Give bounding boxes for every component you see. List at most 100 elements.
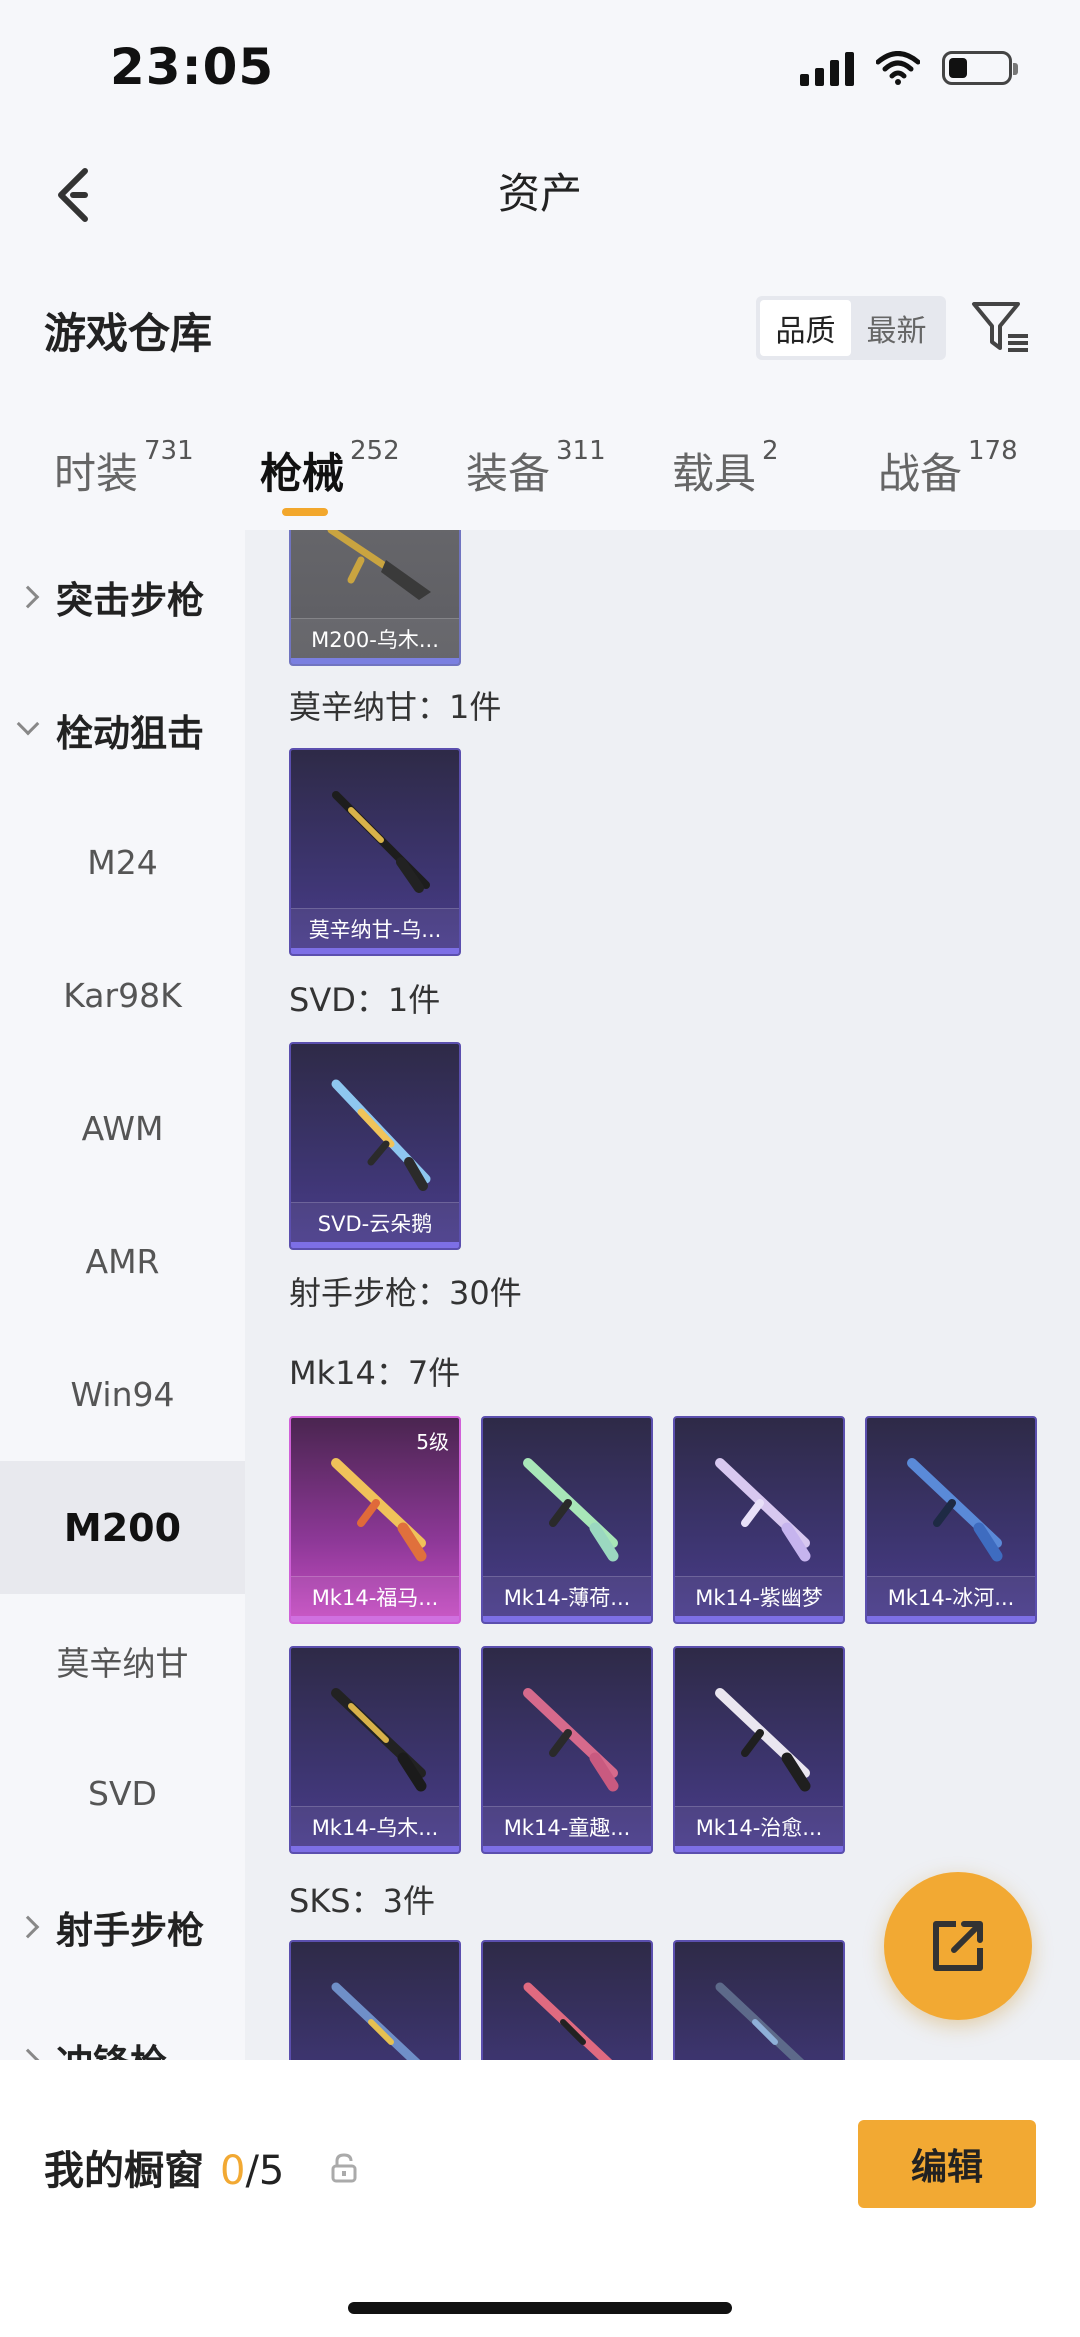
warehouse-title: 游戏仓库: [44, 309, 213, 358]
tab-vehicles[interactable]: 载具 2: [672, 436, 779, 501]
active-tab-indicator: [282, 508, 328, 516]
rifle-image: [327, 530, 431, 600]
chevron-right-icon: [16, 2048, 40, 2060]
item-card-sks[interactable]: [481, 1940, 653, 2060]
sidebar-item-marksman-rifles[interactable]: 射手步枪: [0, 1860, 245, 1993]
rifle-image: [715, 1458, 811, 1562]
item-card-mk14[interactable]: 5级 Mk14-福马...: [289, 1416, 461, 1624]
item-card-sks[interactable]: [673, 1940, 845, 2060]
item-card-mk14[interactable]: Mk14-冰河...: [865, 1416, 1037, 1624]
tab-label: 战备: [878, 449, 963, 498]
item-card-label: Mk14-福马...: [291, 1576, 459, 1616]
page-title: 资产: [497, 169, 582, 218]
share-button[interactable]: [884, 1872, 1032, 2020]
nav-bar: 资产: [0, 130, 1080, 260]
edit-button[interactable]: 编辑: [858, 2120, 1036, 2208]
item-card-m200[interactable]: M200-乌木...: [289, 530, 461, 666]
item-card-label: Mk14-治愈...: [675, 1806, 843, 1846]
sidebar-item-label: 射手步枪: [56, 1908, 204, 1952]
rifle-image: [332, 791, 430, 893]
category-tabs: 时装 731 枪械 252 装备 311 载具 2 战备 178: [0, 395, 1080, 530]
showcase-current: 0: [220, 2148, 246, 2194]
sidebar-item-awm[interactable]: AWM: [0, 1062, 245, 1195]
item-card-mk14[interactable]: Mk14-乌木...: [289, 1646, 461, 1854]
item-card-label: Mk14-紫幽梦: [675, 1576, 843, 1616]
tab-fashion[interactable]: 时装 731: [54, 436, 194, 501]
item-card-label: Mk14-薄荷...: [483, 1576, 651, 1616]
rifle-image: [331, 1458, 427, 1562]
item-card-label: Mk14-乌木...: [291, 1806, 459, 1846]
rifle-image: [523, 1688, 619, 1792]
sidebar-item-mosin[interactable]: 莫辛纳甘: [0, 1594, 245, 1727]
battery-icon: [942, 51, 1018, 85]
sidebar-item-smg[interactable]: 冲锋枪: [0, 1993, 245, 2060]
sidebar-item-m200[interactable]: M200: [0, 1461, 245, 1594]
tab-count: 252: [350, 436, 400, 466]
sidebar-item-bolt-snipers[interactable]: 栓动狙击: [0, 663, 245, 796]
item-card-label: 莫辛纳甘-乌...: [291, 908, 459, 948]
sidebar-item-kar98k[interactable]: Kar98K: [0, 929, 245, 1062]
rifle-image: [907, 1458, 1003, 1562]
rifle-image: [331, 1982, 421, 2060]
showcase-bar: 我的橱窗 0/5 编辑: [0, 2060, 1080, 2337]
sidebar-item-label: 突击步枪: [56, 578, 204, 622]
status-icons: [800, 50, 1018, 86]
tab-label: 装备: [466, 449, 551, 498]
rifle-image: [523, 1982, 613, 2060]
tab-label: 载具: [672, 449, 757, 498]
item-card-mosin[interactable]: 莫辛纳甘-乌...: [289, 748, 461, 956]
rifle-image: [331, 1688, 427, 1792]
section-label-marksman: 射手步枪：30件: [289, 1274, 522, 1312]
sort-newest-option[interactable]: 最新: [851, 300, 942, 356]
showcase-count: 0/5: [220, 2148, 284, 2194]
section-label-mk14: Mk14：7件: [289, 1354, 461, 1392]
tab-count: 2: [762, 436, 779, 466]
item-card-mk14[interactable]: Mk14-治愈...: [673, 1646, 845, 1854]
sidebar-item-label: 栓动狙击: [56, 711, 204, 755]
sidebar-item-svd[interactable]: SVD: [0, 1727, 245, 1860]
sort-toggle: 品质 最新: [756, 296, 946, 360]
item-content: M200-乌木... 莫辛纳甘：1件 莫辛纳甘-乌... SVD：1件 SVD-…: [245, 530, 1080, 2060]
sidebar-item-win94[interactable]: Win94: [0, 1328, 245, 1461]
rifle-image: [331, 1079, 431, 1191]
warehouse-header: 游戏仓库 品质 最新: [0, 260, 1080, 395]
section-label-svd: SVD：1件: [289, 981, 441, 1019]
rifle-image: [523, 1458, 619, 1562]
filter-icon: [972, 302, 1028, 352]
item-card-sks[interactable]: [289, 1940, 461, 2060]
rifle-image: [715, 1982, 805, 2060]
wifi-icon: [876, 51, 920, 85]
tab-label: 时装: [54, 449, 139, 498]
sidebar-item-label: 冲锋枪: [56, 2033, 167, 2061]
showcase-total: /5: [245, 2148, 285, 2194]
rifle-image: [715, 1688, 811, 1792]
chevron-down-icon: [16, 712, 40, 735]
section-label-mosin: 莫辛纳甘：1件: [289, 688, 502, 726]
sidebar-item-assault-rifles[interactable]: 突击步枪: [0, 530, 245, 663]
chevron-right-icon: [16, 1915, 40, 1938]
share-external-icon: [933, 1921, 983, 1971]
sort-quality-option[interactable]: 品质: [760, 300, 851, 356]
sidebar-item-m24[interactable]: M24: [0, 796, 245, 929]
tab-count: 311: [556, 436, 606, 466]
item-card-mk14[interactable]: Mk14-童趣...: [481, 1646, 653, 1854]
tab-count: 178: [968, 436, 1018, 466]
status-bar: 23:05: [0, 0, 1080, 130]
tab-equipment[interactable]: 装备 311: [466, 436, 606, 501]
showcase-label: 我的橱窗 0/5: [44, 2138, 284, 2196]
chevron-right-icon: [16, 585, 40, 608]
cellular-signal-icon: [800, 50, 854, 86]
status-time: 23:05: [110, 38, 275, 96]
tab-guns[interactable]: 枪械 252: [260, 436, 400, 501]
tab-gear[interactable]: 战备 178: [878, 436, 1018, 501]
item-card-svd[interactable]: SVD-云朵鹅: [289, 1042, 461, 1250]
item-card-label: M200-乌木...: [291, 618, 459, 658]
lock-icon: [331, 2153, 357, 2183]
item-card-mk14[interactable]: Mk14-紫幽梦: [673, 1416, 845, 1624]
item-card-mk14[interactable]: Mk14-薄荷...: [481, 1416, 653, 1624]
item-card-label: SVD-云朵鹅: [291, 1202, 459, 1242]
sidebar-item-amr[interactable]: AMR: [0, 1195, 245, 1328]
section-label-sks: SKS：3件: [289, 1882, 435, 1920]
tab-count: 731: [144, 436, 194, 466]
filter-button[interactable]: [970, 298, 1032, 360]
